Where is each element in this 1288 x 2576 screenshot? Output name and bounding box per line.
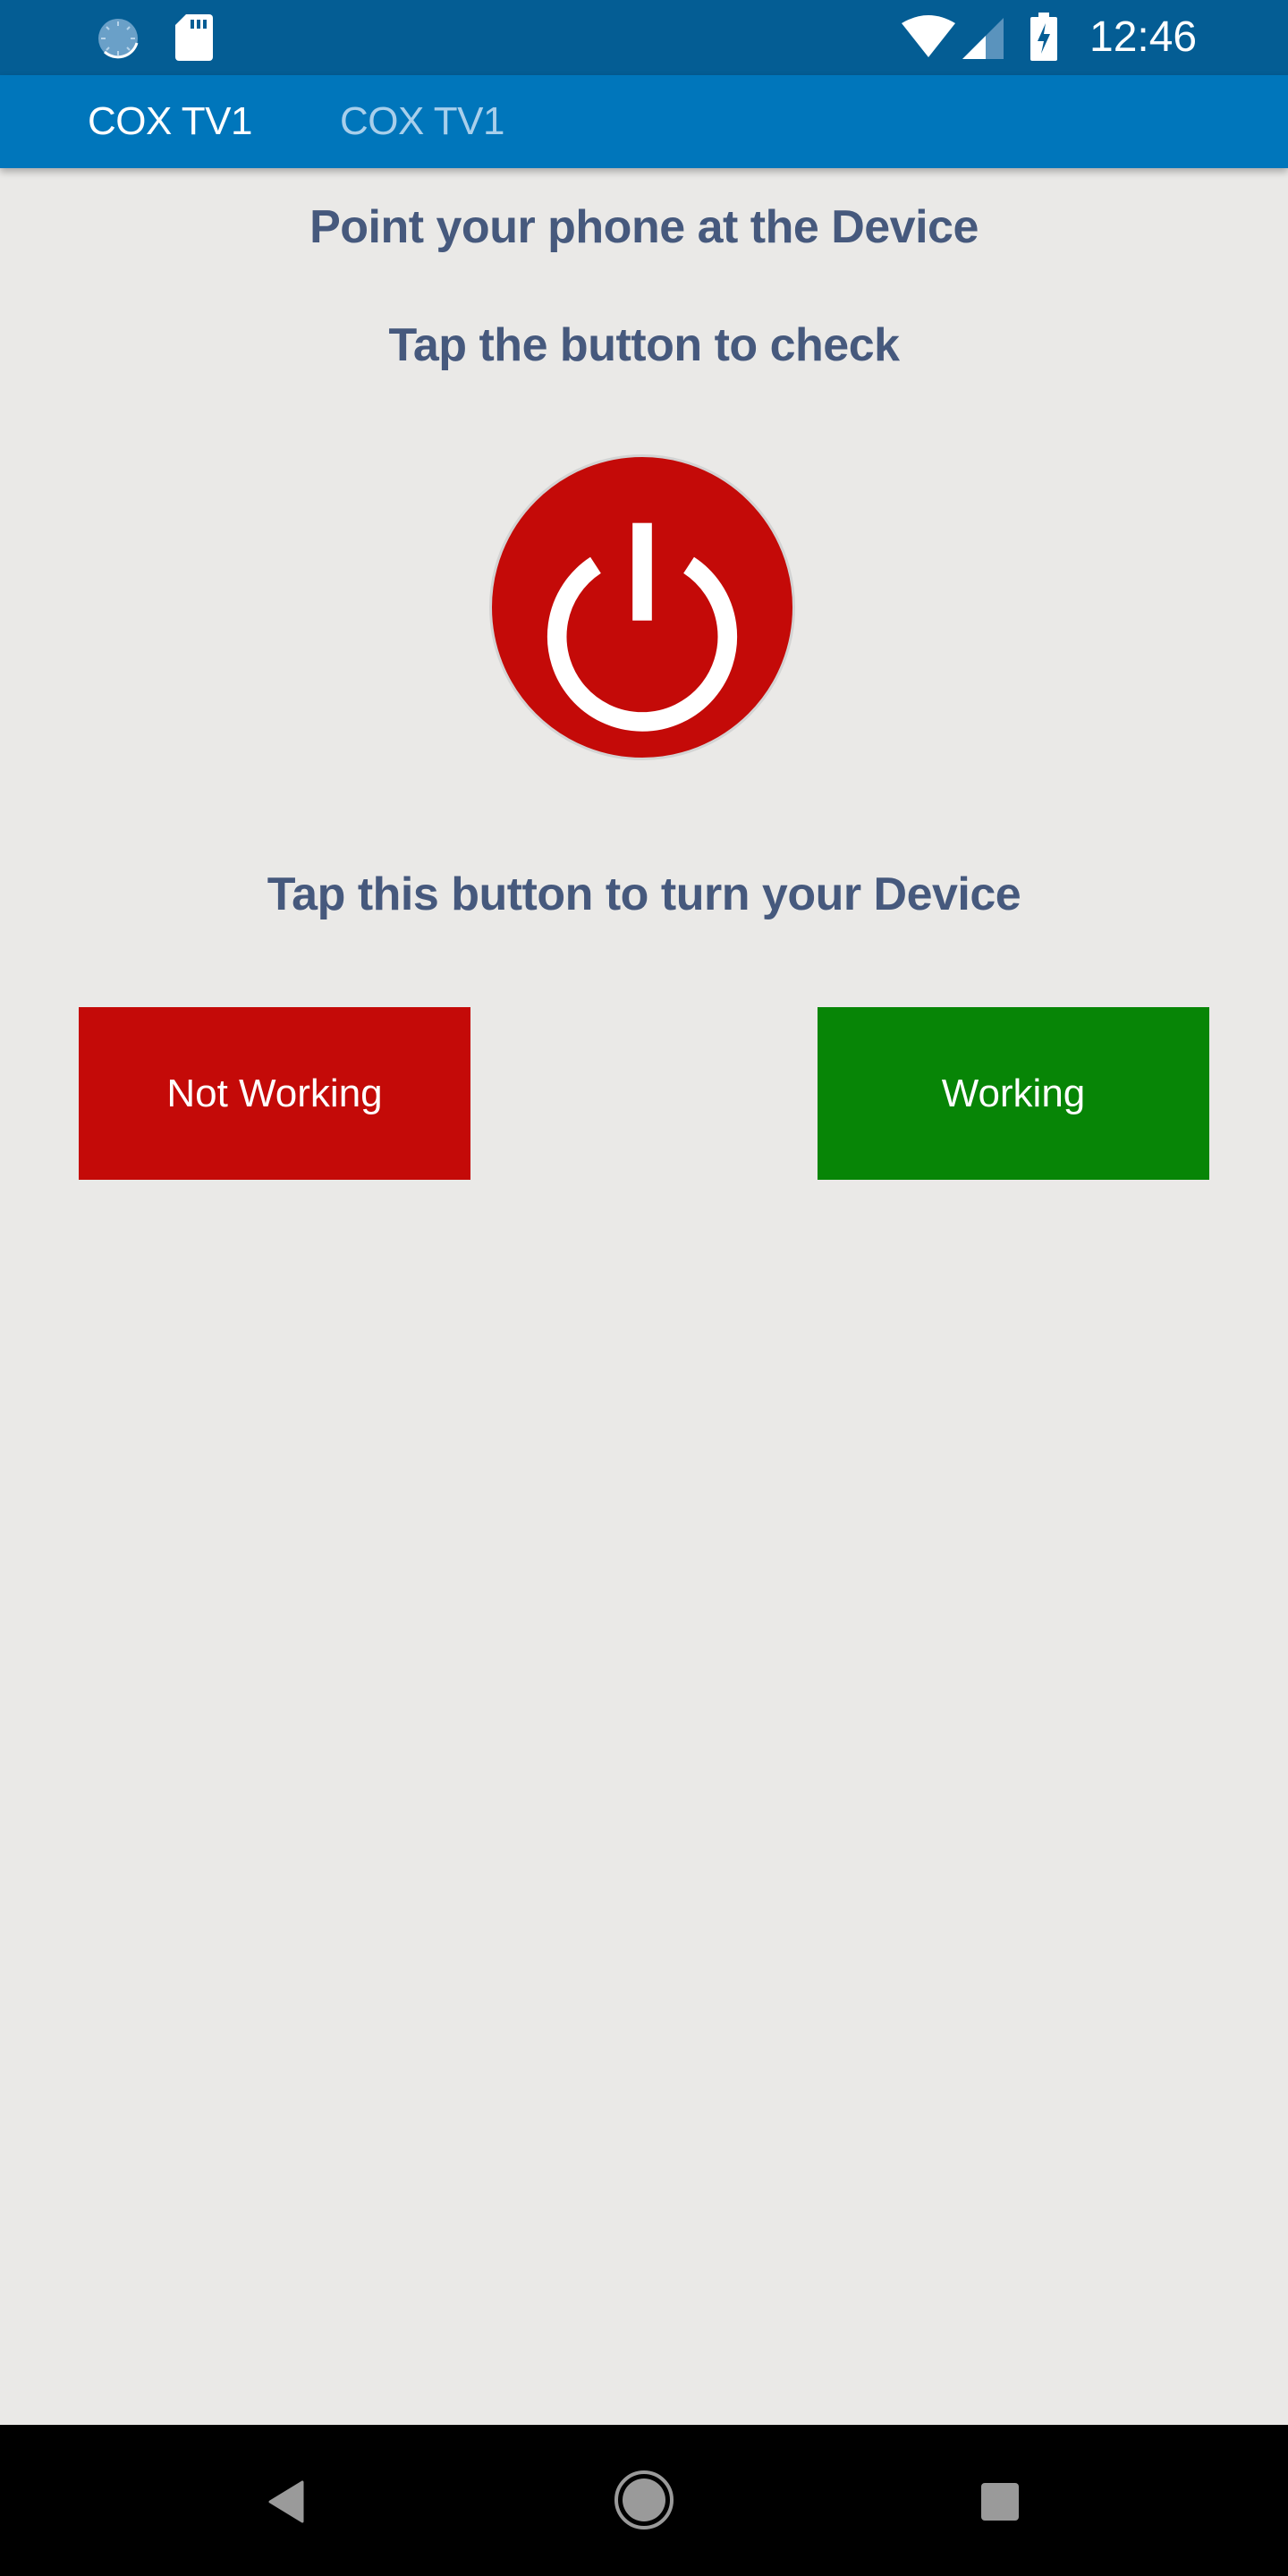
recents-icon[interactable]	[980, 2482, 1020, 2521]
instruction-point-phone: Point your phone at the Device	[309, 201, 979, 253]
sd-card-icon	[175, 14, 213, 61]
instruction-turn-device: Tap this button to turn your Device	[267, 869, 1021, 920]
status-bar: 12:46	[0, 0, 1288, 75]
navigation-bar	[0, 2425, 1288, 2576]
sync-icon	[98, 19, 139, 59]
app-bar: COX TV1 COX TV1	[0, 75, 1288, 168]
power-icon	[547, 522, 738, 732]
tab-cox-tv1-secondary[interactable]: COX TV1	[340, 75, 504, 168]
cell-signal-icon	[962, 18, 1004, 59]
back-icon[interactable]	[268, 2480, 304, 2523]
not-working-button[interactable]: Not Working	[79, 1007, 470, 1180]
clock: 12:46	[1089, 13, 1198, 61]
working-button[interactable]: Working	[818, 1007, 1209, 1180]
home-icon[interactable]	[614, 2470, 674, 2530]
power-button[interactable]	[489, 454, 795, 760]
instruction-tap-to-check: Tap the button to check	[388, 319, 900, 371]
battery-charging-icon	[1030, 13, 1057, 61]
wifi-icon	[902, 15, 955, 57]
tab-cox-tv1-active[interactable]: COX TV1	[88, 75, 252, 168]
